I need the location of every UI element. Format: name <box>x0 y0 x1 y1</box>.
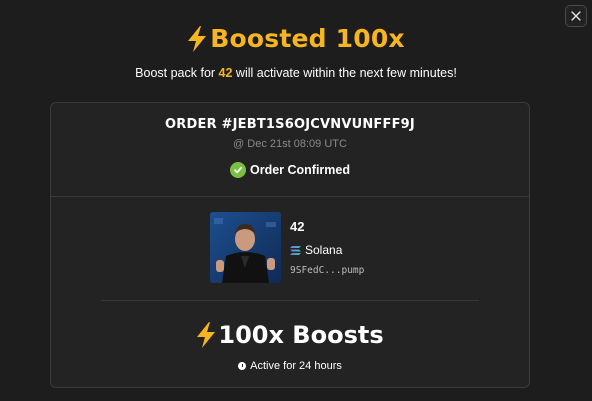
subtitle-token: 42 <box>218 66 233 80</box>
token-info: 42 Solana 9SFedC...pump <box>290 212 364 283</box>
solana-icon <box>290 245 301 255</box>
subtitle-prefix: Boost pack for <box>135 66 219 80</box>
lightning-icon <box>187 25 207 52</box>
subtitle-suffix: will activate within the next few minute… <box>232 66 457 80</box>
boost-duration: Active for 24 hours <box>51 360 529 372</box>
order-id: ORDER #JEBT1S6OJCVNVUNFFF9J <box>165 117 415 132</box>
order-status-text: Order Confirmed <box>249 163 350 177</box>
boost-label: 100x Boosts <box>218 321 384 349</box>
modal-title: Boosted 100x <box>0 24 592 53</box>
token-chain: Solana <box>290 243 364 257</box>
lightning-icon <box>196 322 216 348</box>
token-address[interactable]: 9SFedC...pump <box>290 265 364 276</box>
order-status: Order Confirmed <box>51 162 529 178</box>
token-name: 42 <box>290 219 305 234</box>
order-timestamp: @ Dec 21st 08:09 UTC <box>233 138 347 150</box>
boost-duration-text: Active for 24 hours <box>250 360 342 372</box>
order-card: ORDER #JEBT1S6OJCVNVUNFFF9J @ Dec 21st 0… <box>50 102 530 388</box>
chain-name: Solana <box>305 243 343 257</box>
divider <box>51 196 529 197</box>
token-summary: 42 Solana 9SFedC...pump <box>210 212 364 283</box>
clock-icon <box>238 362 247 370</box>
check-circle-icon <box>229 162 246 178</box>
title-text: Boosted 100x <box>210 24 405 53</box>
token-avatar <box>210 212 281 283</box>
close-icon <box>571 11 581 21</box>
divider <box>101 300 479 301</box>
boost-summary: 100x Boosts <box>51 321 529 349</box>
subtitle: Boost pack for 42 will activate within t… <box>0 66 592 80</box>
